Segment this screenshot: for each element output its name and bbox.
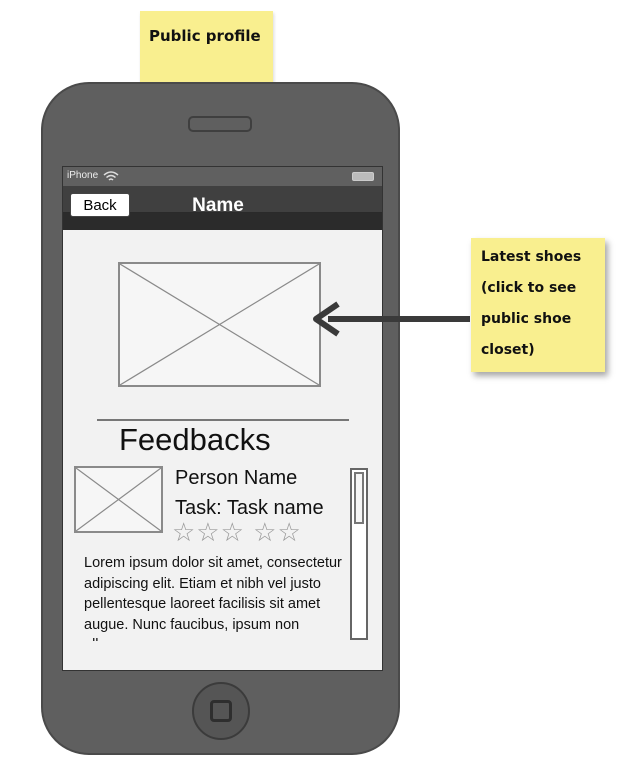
feedback-text: Lorem ipsum dolor sit amet, consectetur … <box>84 555 342 641</box>
feedback-scrollbar[interactable] <box>350 468 368 640</box>
carrier-label: iPhone <box>67 170 99 181</box>
image-placeholder-icon <box>76 468 161 531</box>
person-avatar <box>74 466 163 533</box>
note-line: (click to see <box>481 280 577 296</box>
back-button[interactable]: Back <box>70 193 130 217</box>
latest-shoes-image[interactable] <box>118 262 321 387</box>
arrow-icon <box>313 301 470 337</box>
note-line: public shoe <box>481 311 572 327</box>
section-divider <box>97 419 349 421</box>
page-title: Name <box>192 195 244 216</box>
note-public-profile: Public profile <box>140 11 273 86</box>
note-line: Latest shoes <box>481 249 582 265</box>
person-name: Person Name <box>175 467 298 489</box>
speaker-grille <box>188 116 252 132</box>
rating-stars-icon[interactable]: ☆☆☆ ☆☆ <box>172 517 302 548</box>
status-bar: iPhone <box>63 167 382 186</box>
note-latest-shoes: Latest shoes (click to see public shoe c… <box>471 238 605 372</box>
feedbacks-heading: Feedbacks <box>119 422 271 457</box>
home-button[interactable] <box>192 682 250 740</box>
image-placeholder-icon <box>120 264 319 385</box>
phone-screen: iPhone Back Name Feedbacks Person Name T… <box>62 166 383 671</box>
battery-icon <box>352 172 374 181</box>
note-line: closet) <box>481 342 535 358</box>
note-public-profile-text: Public profile <box>149 27 261 45</box>
wifi-icon <box>103 171 119 181</box>
home-square-icon <box>210 700 232 722</box>
scrollbar-thumb[interactable] <box>354 472 364 524</box>
